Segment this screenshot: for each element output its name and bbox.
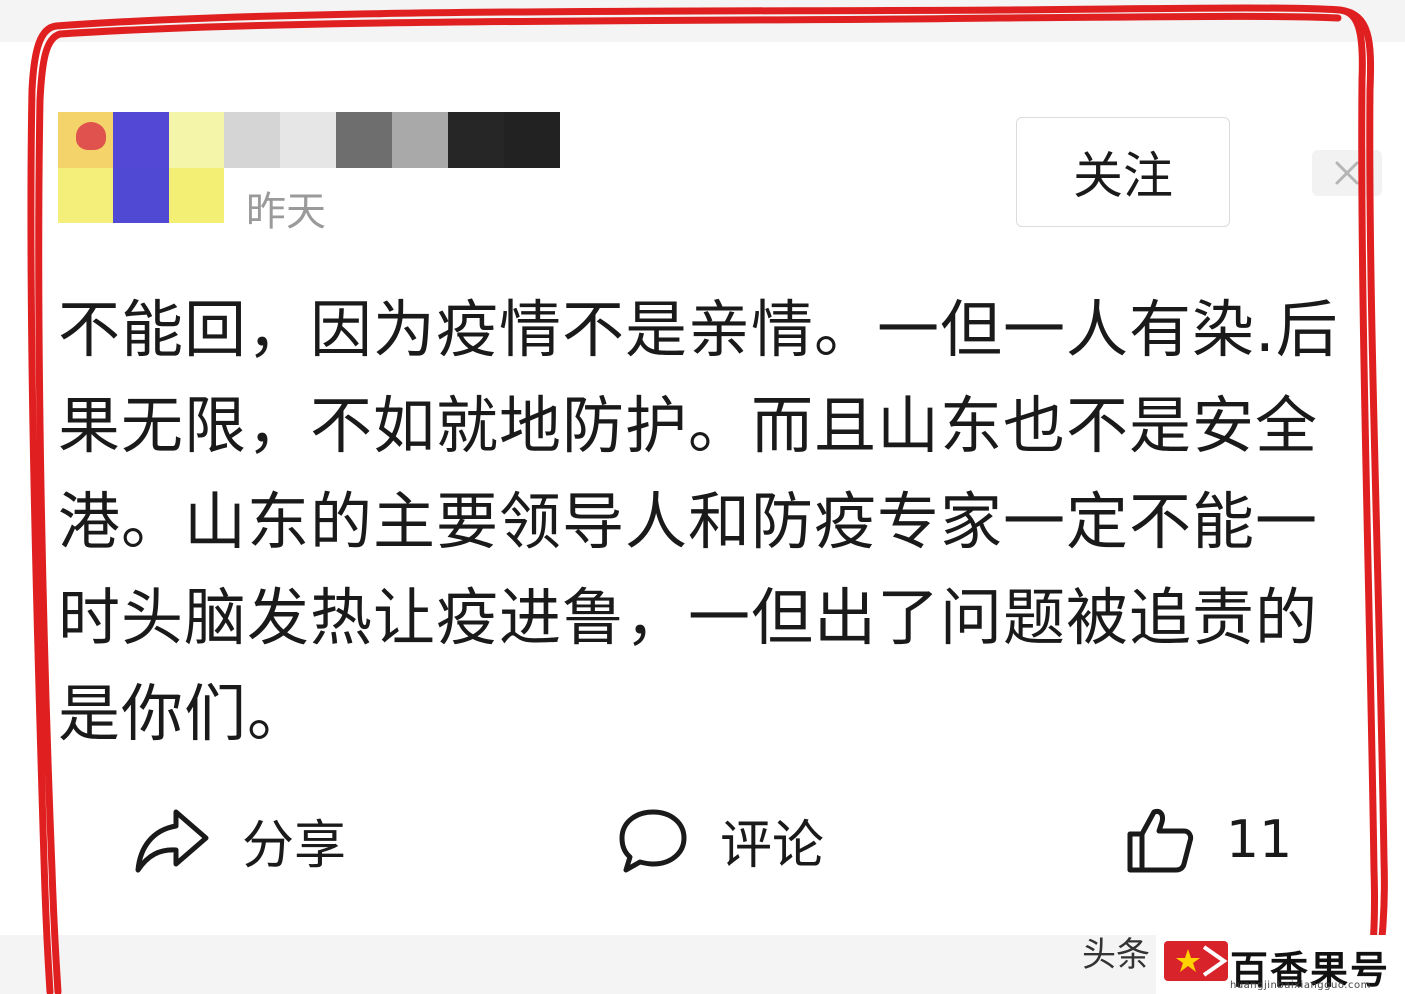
watermark: 头条 百香果号 huangjinbaixiangguo.com [1082,925,1405,994]
dismiss-button[interactable] [1312,150,1382,196]
watermark-platform: 头条 [1082,935,1150,975]
watermark-logo-icon [1164,941,1228,981]
comment-button[interactable]: 评论 [616,800,824,880]
share-label: 分享 [242,815,347,876]
like-count: 11 [1226,810,1293,870]
post-timestamp: 昨天 [246,189,326,235]
share-arrow-icon [135,809,209,873]
speech-bubble-icon [619,809,687,873]
watermark-url: huangjinbaixiangguo.com [1230,980,1371,991]
follow-button[interactable]: 关注 [1016,117,1230,227]
avatar[interactable] [58,112,224,223]
comment-label: 评论 [720,815,825,876]
thumbs-up-icon [1127,809,1194,873]
username-redacted[interactable] [224,112,560,168]
post-content: 不能回，因为疫情不是亲情。一但一人有染.后果无限，不如就地防护。而且山东也不是安… [58,293,1339,750]
close-icon [1335,161,1359,185]
page-top-band [0,0,1405,42]
like-button[interactable]: 11 [1124,800,1292,880]
share-button[interactable]: 分享 [132,800,346,880]
